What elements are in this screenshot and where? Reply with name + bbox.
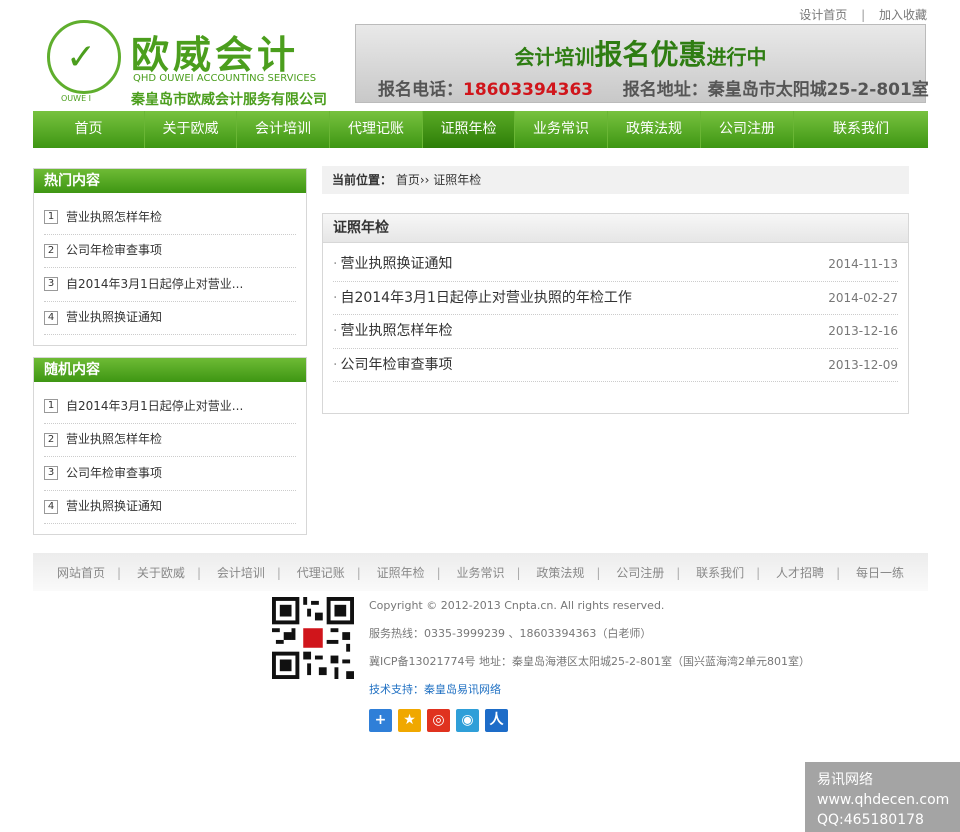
- nav-item-license-inspection[interactable]: 证照年检: [423, 111, 515, 148]
- table-row[interactable]: · 自2014年3月1日起停止对营业执照的年检工作 2014-02-27: [333, 282, 898, 315]
- list-item[interactable]: 4 营业执照换证通知: [44, 491, 296, 524]
- article-date: 2014-11-13: [828, 257, 898, 271]
- site-logo[interactable]: ✓ OUWE I 欧威会计 QHD OUWEI ACCOUNTING SERVI…: [45, 18, 345, 110]
- design-home-link[interactable]: 设计首页: [799, 8, 847, 22]
- top-links-separator: |: [861, 8, 866, 22]
- logo-mark-icon: ✓: [47, 20, 121, 94]
- random-content-box: 随机内容 1 自2014年3月1日起停止对营业... 2 营业执照怎样年检 3 公司年…: [33, 357, 307, 535]
- qzone-icon[interactable]: ★: [398, 709, 421, 732]
- nav-item-knowledge[interactable]: 业务常识: [515, 111, 608, 148]
- footer-link-about[interactable]: 关于欧威: [137, 566, 185, 580]
- promo-banner[interactable]: 会计培训报名优惠进行中 报名电话：18603394363 报名地址：秦皇岛市太阳…: [355, 24, 929, 103]
- plus-share-icon[interactable]: +: [369, 709, 392, 732]
- nav-item-about[interactable]: 关于欧威: [145, 111, 237, 148]
- nav-item-training[interactable]: 会计培训: [237, 111, 330, 148]
- breadcrumb-current[interactable]: 证照年检: [433, 173, 481, 187]
- banner-phone-label: 报名电话：: [378, 80, 463, 100]
- nav-item-contact[interactable]: 联系我们: [794, 111, 928, 148]
- banner-headline-big: 报名优惠: [594, 38, 707, 71]
- nav-item-home[interactable]: 首页: [33, 111, 145, 148]
- logo-title: 欧威会计: [131, 32, 300, 77]
- breadcrumb-home[interactable]: 首页: [396, 173, 420, 187]
- weibo-icon[interactable]: ◎: [427, 709, 450, 732]
- footer-link-contact[interactable]: 联系我们: [696, 566, 744, 580]
- list-item[interactable]: 1 自2014年3月1日起停止对营业...: [44, 390, 296, 424]
- article-date: 2014-02-27: [828, 290, 898, 305]
- logo-company-name: 秦皇岛市欧威会计服务有限公司: [131, 92, 327, 108]
- icp-address-text: 冀ICP备13021774号 地址：秦皇岛海港区太阳城25-2-801室（国兴蓝…: [369, 655, 810, 668]
- breadcrumb-separator: ››: [419, 173, 430, 187]
- footer-link-daily-practice[interactable]: 每日一练: [856, 566, 904, 580]
- footer-link-bookkeeping[interactable]: 代理记账: [297, 566, 345, 580]
- footer-link-inspection[interactable]: 证照年检: [377, 566, 425, 580]
- breadcrumb-label: 当前位置：: [332, 173, 393, 187]
- share-bar: + ★ ◎ ◉ 人: [369, 709, 508, 732]
- footer-link-policy[interactable]: 政策法规: [536, 566, 584, 580]
- renren-icon[interactable]: 人: [485, 709, 508, 732]
- article-date: 2013-12-16: [828, 324, 898, 338]
- banner-headline: 会计培训报名优惠进行中: [356, 33, 925, 73]
- article-title[interactable]: 公司年检审查事项: [340, 357, 452, 373]
- table-row[interactable]: · 公司年检审查事项 2013-12-09: [333, 349, 898, 382]
- list-item[interactable]: 2 营业执照怎样年检: [44, 424, 296, 457]
- banner-address-label: 报名地址：: [622, 80, 708, 100]
- top-links: 设计首页 | 加入收藏: [799, 6, 927, 23]
- nav-item-bookkeeping[interactable]: 代理记账: [330, 111, 423, 148]
- hot-content-box: 热门内容 1 营业执照怎样年检 2 公司年检审查事项 3 自2014年3月1日起停止对…: [33, 168, 307, 346]
- watermark: 易讯网络 www.qhdecen.com QQ:465180178: [805, 762, 960, 832]
- list-item[interactable]: 2 公司年检审查事项: [44, 235, 296, 268]
- tech-support-link[interactable]: 技术支持：秦皇岛易讯网络: [369, 682, 810, 710]
- logo-subtitle: QHD OUWEI ACCOUNTING SERVICES: [133, 73, 317, 84]
- nav-item-policy[interactable]: 政策法规: [608, 111, 701, 148]
- hot-content-title: 热门内容: [34, 169, 306, 193]
- footer-link-training[interactable]: 会计培训: [217, 566, 265, 580]
- article-title[interactable]: 营业执照怎样年检: [340, 323, 452, 339]
- panel-title: 证照年检: [323, 214, 908, 243]
- banner-phone: 18603394363: [463, 80, 594, 100]
- article-title[interactable]: 自2014年3月1日起停止对营业执照的年检工作: [340, 290, 631, 306]
- list-item[interactable]: 3 自2014年3月1日起停止对营业...: [44, 268, 296, 302]
- banner-contact: 报名电话：18603394363 报名地址：秦皇岛市太阳城25-2-801室: [378, 75, 929, 100]
- article-list-panel: 证照年检 · 营业执照换证通知 2014-11-13 · 自2014年3月1日起停止对…: [322, 213, 909, 414]
- breadcrumb: 当前位置： 首页›› 证照年检: [322, 166, 909, 194]
- article-title[interactable]: 营业执照换证通知: [340, 256, 452, 272]
- logo-mark-text: OUWE I: [61, 94, 92, 103]
- footer-link-knowledge[interactable]: 业务常识: [456, 566, 504, 580]
- random-content-title: 随机内容: [34, 358, 306, 382]
- list-item[interactable]: 4 营业执照换证通知: [44, 302, 296, 335]
- qr-code-icon: [272, 597, 354, 679]
- footer-link-registration[interactable]: 公司注册: [616, 566, 664, 580]
- footer-nav: 网站首页 | 关于欧威 | 会计培训 | 代理记账 | 证照年检 | 业务常识 | 政策法规…: [33, 553, 928, 591]
- tencent-weibo-icon[interactable]: ◉: [456, 709, 479, 732]
- article-date: 2013-12-09: [828, 357, 898, 372]
- hotline-text: 服务热线：0335-3999239 、18603394363（白老师）: [369, 627, 652, 640]
- footer-info: Copyright © 2012-2013 Cnpta.cn. All righ…: [369, 598, 810, 710]
- add-favorite-link[interactable]: 加入收藏: [879, 8, 927, 22]
- table-row[interactable]: · 营业执照怎样年检 2013-12-16: [333, 315, 898, 349]
- banner-headline-a: 会计培训: [514, 45, 595, 69]
- footer-link-home[interactable]: 网站首页: [57, 566, 105, 580]
- list-item[interactable]: 3 公司年检审查事项: [44, 457, 296, 491]
- banner-address: 秦皇岛市太阳城25-2-801室: [707, 80, 929, 100]
- footer-link-jobs[interactable]: 人才招聘: [776, 566, 824, 580]
- list-item[interactable]: 1 营业执照怎样年检: [44, 201, 296, 235]
- banner-headline-b: 进行中: [706, 45, 767, 69]
- main-nav: 首页 关于欧威 会计培训 代理记账 证照年检 业务常识 政策法规 公司注册 联系…: [33, 111, 928, 148]
- nav-item-registration[interactable]: 公司注册: [701, 111, 794, 148]
- copyright-text: Copyright © 2012-2013 Cnpta.cn. All righ…: [369, 599, 665, 612]
- table-row[interactable]: · 营业执照换证通知 2014-11-13: [333, 248, 898, 282]
